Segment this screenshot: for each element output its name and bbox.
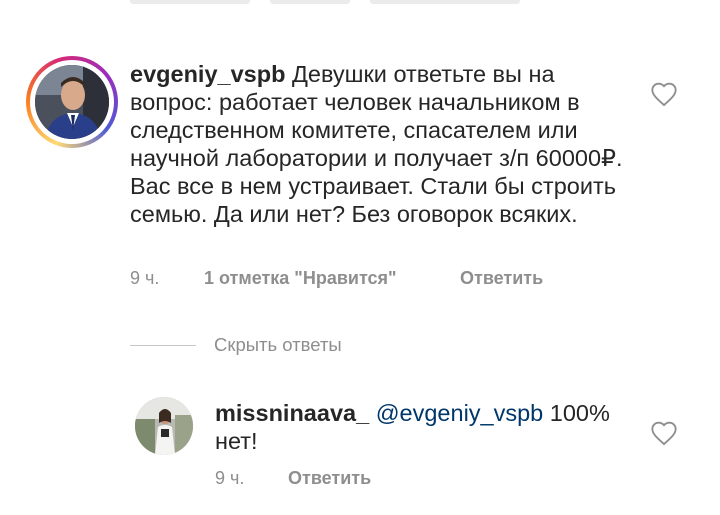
reply-mention[interactable]: @evgeniy_vspb	[376, 400, 544, 426]
avatar-photo	[35, 65, 109, 139]
reply: missninaava_ @evgeniy_vspb 100% нет! 9 ч…	[0, 380, 720, 500]
reply-username[interactable]: missninaava_	[215, 400, 369, 426]
comment: evgeniy_vspb Девушки ответьте вы на вопр…	[0, 0, 720, 310]
reply-avatar[interactable]	[135, 397, 193, 455]
avatar	[35, 65, 109, 139]
reply-button[interactable]: Ответить	[460, 268, 543, 289]
comment-likes-count[interactable]: 1 отметка "Нравится"	[204, 268, 397, 289]
hide-replies-label: Скрыть ответы	[214, 334, 342, 355]
like-icon[interactable]	[650, 81, 678, 107]
like-icon[interactable]	[650, 420, 678, 446]
comment-time[interactable]: 9 ч.	[130, 268, 159, 289]
reply-reply-button[interactable]: Ответить	[288, 468, 371, 489]
reply-meta: 9 ч. Ответить	[215, 468, 615, 492]
comment-username[interactable]: evgeniy_vspb	[130, 61, 285, 87]
reply-text: missninaava_ @evgeniy_vspb 100% нет!	[215, 399, 615, 455]
avatar-photo	[135, 397, 193, 455]
hide-replies-button[interactable]: Скрыть ответы	[130, 333, 342, 357]
reply-time[interactable]: 9 ч.	[215, 468, 244, 489]
divider	[130, 344, 196, 346]
comment-text: evgeniy_vspb Девушки ответьте вы на вопр…	[130, 60, 630, 228]
story-avatar[interactable]	[26, 56, 118, 148]
comment-meta: 9 ч. 1 отметка "Нравится" Ответить	[130, 268, 690, 292]
